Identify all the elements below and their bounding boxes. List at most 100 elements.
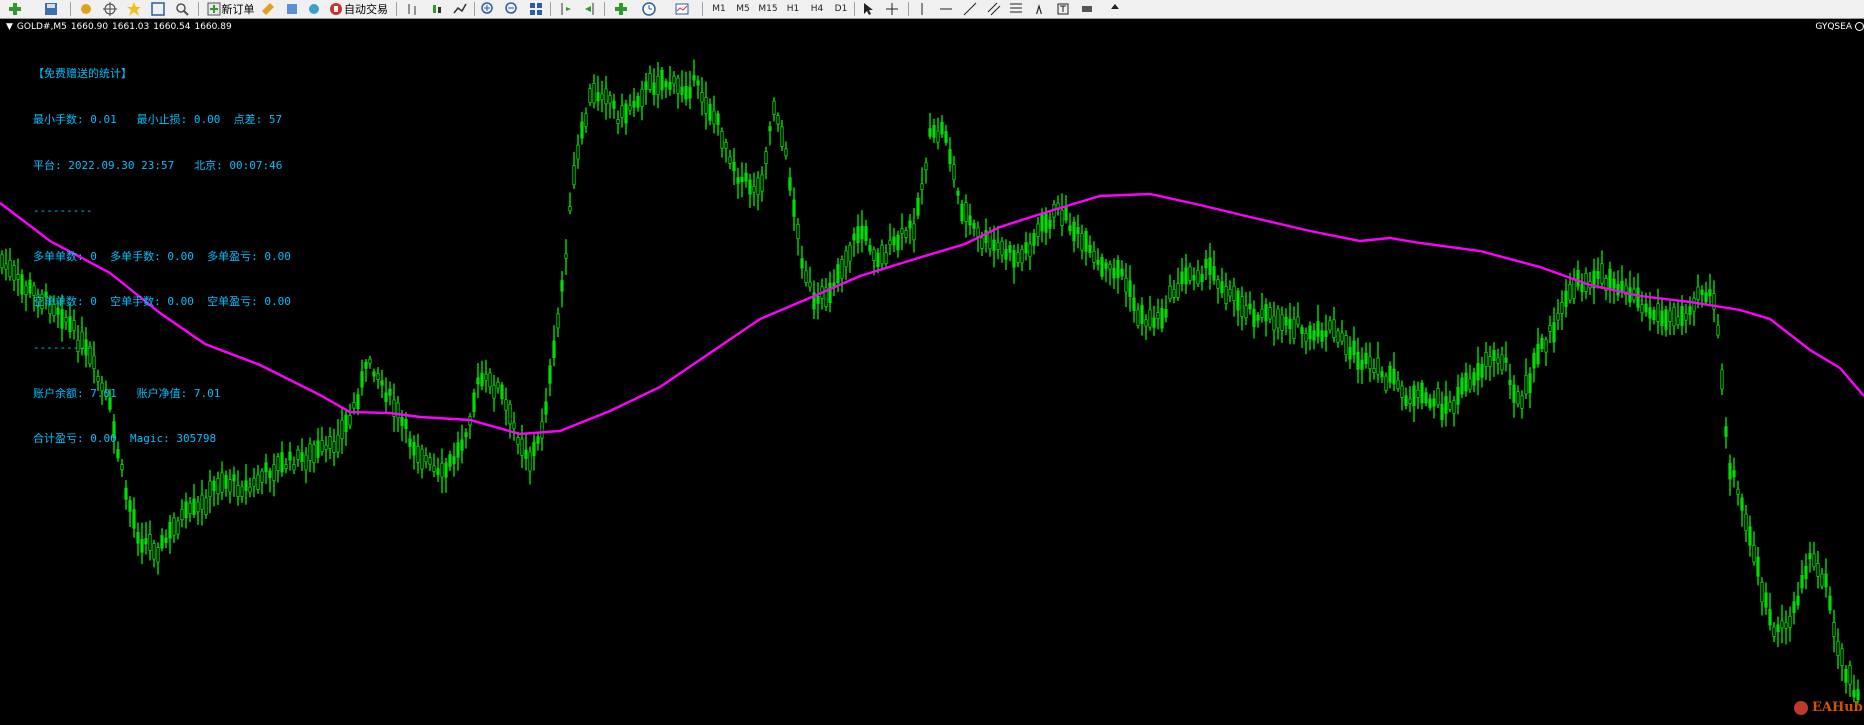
chart-shift-button[interactable]: [556, 0, 576, 18]
navigator-icon: [287, 4, 297, 14]
candle-body: [136, 532, 140, 544]
timeframe-d1[interactable]: D1: [830, 0, 852, 18]
candle-body: [308, 443, 312, 461]
price-open: 1660.90: [70, 22, 109, 32]
candle-body: [1496, 357, 1500, 364]
candle-body: [1636, 287, 1640, 308]
candle-body: [740, 176, 744, 183]
candle-body: [1440, 403, 1444, 420]
candle-body: [1756, 556, 1760, 577]
candle-body: [1784, 622, 1788, 629]
candle-body: [728, 156, 732, 164]
candle-body: [1684, 312, 1688, 321]
candle-body: [1696, 286, 1700, 301]
candle-body: [1444, 396, 1448, 414]
fibonacci-icon: [1010, 3, 1022, 13]
candle-body: [1008, 245, 1012, 253]
zoom-out-button[interactable]: [502, 0, 522, 18]
candle-body: [660, 69, 664, 91]
candle-body: [1516, 391, 1520, 405]
timeframe-m15[interactable]: M15: [756, 0, 780, 18]
market-watch-button[interactable]: [76, 0, 96, 18]
candle-body: [916, 197, 920, 216]
candle-body: [1380, 371, 1384, 378]
candle-body: [804, 270, 808, 283]
line-chart-icon: [453, 3, 467, 14]
candle-body: [732, 161, 736, 172]
candle-body: [192, 498, 196, 516]
timeframe-m5[interactable]: M5: [732, 0, 754, 18]
candle-body: [1344, 334, 1348, 356]
crosshair-tool[interactable]: [882, 0, 902, 18]
tile-windows-button[interactable]: [526, 0, 546, 18]
candle-body: [564, 253, 568, 259]
candle-body: [1076, 227, 1080, 234]
zoom-in-button[interactable]: [478, 0, 498, 18]
meta-editor-button[interactable]: [258, 0, 278, 18]
tester-button[interactable]: [172, 0, 192, 18]
candle-body: [488, 372, 492, 388]
min-stop: 最小止损: 0.00: [136, 113, 221, 126]
timeframe-h1[interactable]: H1: [782, 0, 804, 18]
bar-chart-button[interactable]: [402, 0, 422, 18]
candle-body: [520, 438, 524, 456]
candle-body: [1428, 398, 1432, 408]
auto-scroll-button[interactable]: [580, 0, 600, 18]
candle-body: [236, 484, 240, 497]
candlestick-button[interactable]: [426, 0, 446, 18]
candle-body: [324, 444, 328, 450]
candle-body: [596, 92, 600, 102]
timeframe-h4[interactable]: H4: [806, 0, 828, 18]
candle-body: [432, 465, 436, 472]
candle-body: [1240, 296, 1244, 317]
candle-body: [516, 437, 520, 445]
candle-body: [456, 442, 460, 458]
candle-body: [1296, 316, 1300, 325]
candle-body: [1716, 324, 1720, 336]
candle-body: [1840, 648, 1844, 667]
cursor-tool[interactable]: [858, 0, 878, 18]
price-chart[interactable]: ▼ GOLD#,M5 1660.90 1661.03 1660.54 1660.89 GY…: [0, 19, 1864, 725]
arrows-tool[interactable]: [1100, 0, 1130, 18]
rectangle-tool[interactable]: [1078, 0, 1096, 18]
templates-button[interactable]: [668, 0, 696, 18]
candle-body: [1180, 271, 1184, 285]
periods-button[interactable]: [636, 0, 662, 18]
terminal-button[interactable]: [148, 0, 168, 18]
indicators-button[interactable]: [608, 0, 634, 18]
candle-body: [188, 502, 192, 515]
new-order-label: 新订单: [221, 3, 255, 16]
candle-body: [196, 501, 200, 513]
new-order-button[interactable]: 新订单: [204, 0, 256, 18]
candle-body: [1200, 273, 1204, 283]
auto-trading-button[interactable]: 自动交易: [328, 0, 388, 18]
candle-body: [464, 432, 468, 438]
vertical-line-tool[interactable]: [912, 0, 932, 18]
candle-body: [1304, 332, 1308, 342]
ea-status-icon[interactable]: [1855, 22, 1864, 31]
channel-tool[interactable]: [984, 0, 1004, 18]
new-chart-button[interactable]: [4, 0, 26, 18]
fibonacci-tool[interactable]: [1006, 0, 1026, 18]
candle-body: [992, 239, 996, 251]
navigator-button[interactable]: [282, 0, 302, 18]
crosshair-button[interactable]: [100, 0, 120, 18]
line-chart-button[interactable]: [450, 0, 470, 18]
stats-row-4: 空单单数: 0 空单手数: 0.00 空单盈亏: 0.00: [33, 294, 291, 309]
stats-row-1: 最小手数: 0.01 最小止损: 0.00 点差: 57: [33, 112, 291, 127]
horizontal-line-tool[interactable]: [936, 0, 956, 18]
timeframe-m1[interactable]: M1: [708, 0, 730, 18]
text-label-tool[interactable]: [1054, 0, 1072, 18]
candle-body: [656, 75, 660, 95]
clock-icon: [642, 2, 656, 16]
profiles-button[interactable]: [40, 0, 62, 18]
candle-body: [1228, 288, 1232, 297]
favorites-button[interactable]: [124, 0, 144, 18]
candle-body: [600, 93, 604, 101]
price-close: 1660.89: [194, 22, 232, 32]
signals-button[interactable]: [304, 0, 324, 18]
candle-body: [1020, 249, 1024, 264]
text-tool[interactable]: [1030, 0, 1048, 18]
collapse-triangle-icon[interactable]: ▼: [6, 22, 13, 32]
trendline-tool[interactable]: [960, 0, 980, 18]
